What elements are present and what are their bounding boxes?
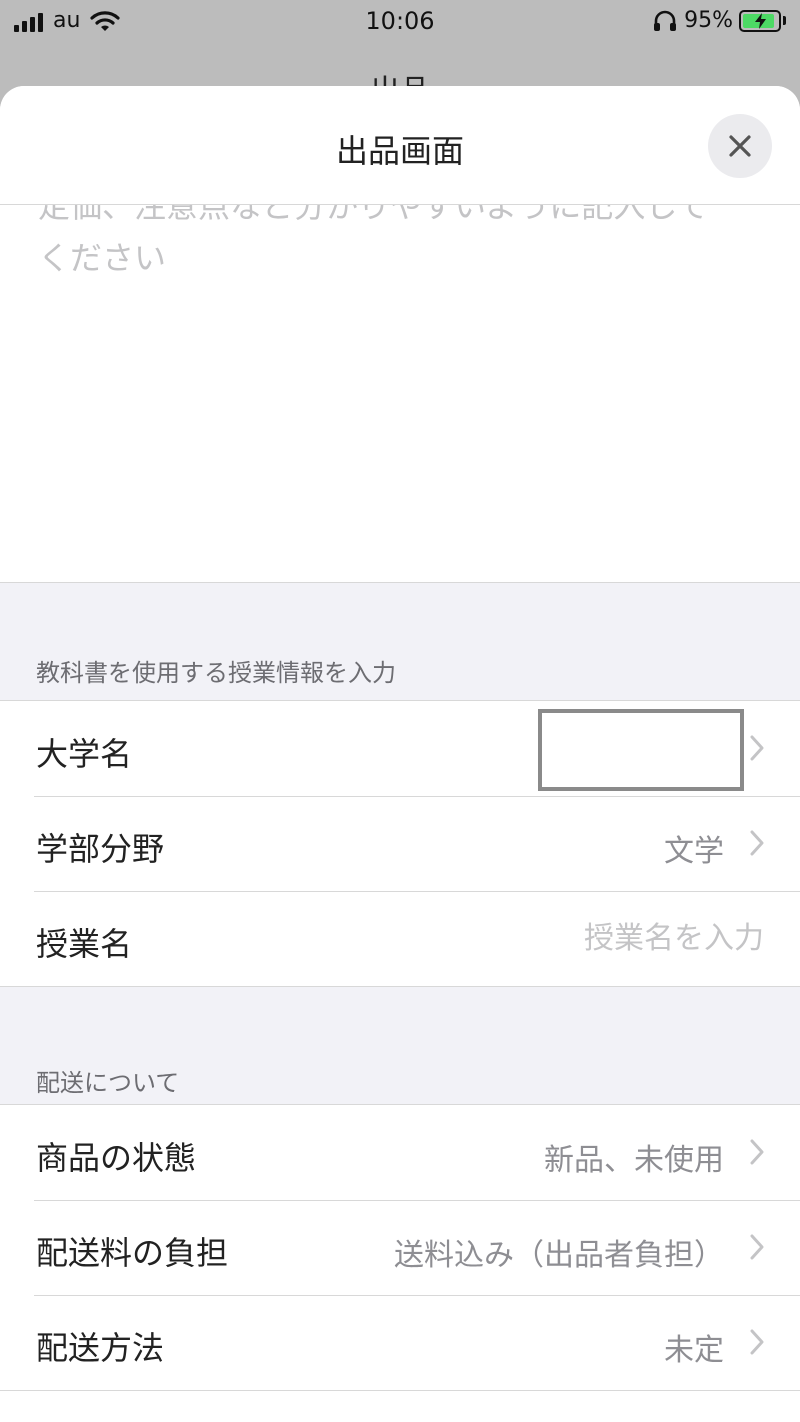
faculty-label: 学部分野 bbox=[36, 830, 165, 868]
shipping-fee-value: 送料込み（出品者負担） bbox=[394, 1238, 724, 1273]
status-bar: au 10:06 95% bbox=[0, 0, 800, 44]
charging-bolt-icon bbox=[755, 12, 766, 29]
class-section-header: 教科書を使用する授業情報を入力 bbox=[0, 582, 800, 701]
shipping-fee-row[interactable]: 配送料の負担 送料込み（出品者負担） bbox=[0, 1200, 800, 1295]
condition-row[interactable]: 商品の状態 新品、未使用 bbox=[0, 1105, 800, 1200]
battery-cap bbox=[783, 16, 786, 25]
shipping-group: 商品の状態 新品、未使用 配送料の負担 送料込み（出品者負担） 配送方法 未定 bbox=[0, 1104, 800, 1391]
sheet-header: 出品画面 bbox=[0, 86, 800, 205]
university-row[interactable]: 大学名 bbox=[0, 701, 800, 796]
status-right: 95% bbox=[652, 8, 786, 33]
university-value-redacted bbox=[538, 709, 744, 791]
shipping-method-value: 未定 bbox=[664, 1333, 724, 1368]
shipping-section-label: 配送について bbox=[36, 1069, 180, 1097]
close-button[interactable] bbox=[708, 114, 772, 178]
faculty-value: 文学 bbox=[664, 834, 724, 869]
battery-percent: 95% bbox=[684, 8, 733, 33]
chevron-right-icon bbox=[750, 1234, 764, 1260]
shipping-fee-label: 配送料の負担 bbox=[36, 1234, 229, 1272]
sheet-title: 出品画面 bbox=[335, 132, 464, 170]
chevron-right-icon bbox=[750, 1139, 764, 1165]
description-placeholder: 定価、注意点など分かりやすいように記入して ください bbox=[38, 204, 758, 284]
battery-icon bbox=[739, 9, 781, 32]
shipping-method-row[interactable]: 配送方法 未定 bbox=[0, 1295, 800, 1390]
shipping-method-label: 配送方法 bbox=[36, 1329, 165, 1367]
condition-value: 新品、未使用 bbox=[544, 1143, 724, 1178]
listing-sheet: 出品画面 定価、注意点など分かりやすいように記入して ください 教科書を使用する… bbox=[0, 86, 800, 1422]
shipping-section-header: 配送について bbox=[0, 986, 800, 1105]
headphones-icon bbox=[654, 10, 677, 31]
close-icon bbox=[729, 135, 751, 157]
description-textarea[interactable]: 定価、注意点など分かりやすいように記入して ください bbox=[0, 204, 800, 582]
description-placeholder-line2: ください bbox=[38, 239, 167, 277]
chevron-right-icon bbox=[750, 735, 764, 761]
faculty-row[interactable]: 学部分野 文学 bbox=[0, 796, 800, 891]
class-name-input[interactable] bbox=[504, 921, 764, 956]
background-page-title: 出品 bbox=[0, 66, 800, 88]
description-placeholder-line1: 定価、注意点など分かりやすいように記入して bbox=[38, 204, 709, 225]
chevron-right-icon bbox=[750, 830, 764, 856]
chevron-right-icon bbox=[750, 1329, 764, 1355]
class-section-label: 教科書を使用する授業情報を入力 bbox=[36, 659, 396, 687]
condition-label: 商品の状態 bbox=[36, 1139, 197, 1177]
university-label: 大学名 bbox=[36, 735, 133, 773]
class-name-row: 授業名 bbox=[0, 891, 800, 986]
class-name-label: 授業名 bbox=[36, 925, 133, 963]
class-info-group: 大学名 学部分野 文学 授業名 bbox=[0, 700, 800, 986]
